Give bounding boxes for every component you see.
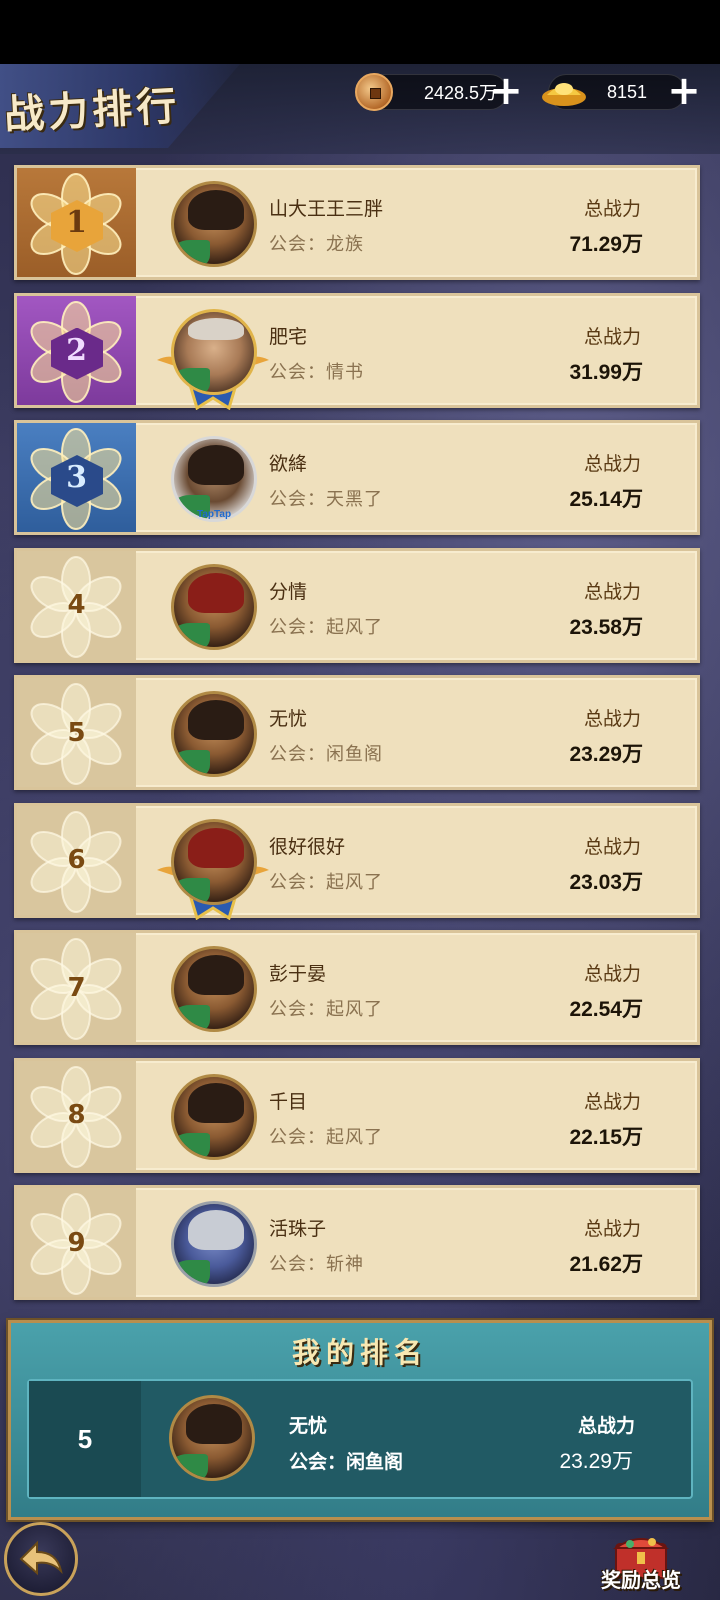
rank-number: 7: [67, 972, 86, 1003]
gold-currency: 8151 +: [542, 71, 701, 111]
rank-row[interactable]: 8 千目公会：起风了 总战力 22.15万: [14, 1057, 700, 1173]
my-rank-panel: 我的排名 5 无忧 公会：闲鱼阁 总战力 23.29万: [8, 1320, 712, 1520]
rank-row[interactable]: 4 分情公会：起风了 总战力 23.58万: [14, 547, 700, 663]
rank-cell: 7: [17, 933, 136, 1042]
power-label: 总战力: [583, 835, 641, 858]
rank-cell: 4: [17, 550, 136, 660]
rank-number: 9: [67, 1227, 86, 1258]
power-label: 总战力: [583, 1218, 641, 1240]
rank-number: 5: [67, 717, 86, 748]
player-name: 千目: [269, 1090, 308, 1113]
power-value: 23.03万: [569, 870, 643, 894]
player-avatar[interactable]: [171, 818, 257, 905]
reward-overview-button[interactable]: 奖励总览: [598, 1530, 684, 1600]
power-value: 22.15万: [569, 1125, 643, 1149]
power-label: 总战力: [583, 963, 641, 985]
player-guild: 公会：闲鱼阁: [269, 744, 383, 765]
my-rank-row[interactable]: 5 无忧 公会：闲鱼阁 总战力 23.29万: [27, 1379, 693, 1499]
rank-row[interactable]: 3 TapTap 欲絳公会：天黑了 总战力 25.14万: [14, 420, 700, 535]
my-rank-title: 我的排名: [291, 1336, 428, 1369]
status-bar: [0, 0, 720, 64]
my-player-guild: 公会：闲鱼阁: [289, 1451, 404, 1473]
copper-currency: 2428.5万 +: [355, 71, 523, 111]
rank-number: 4: [67, 590, 86, 620]
player-avatar[interactable]: [171, 563, 257, 650]
rank-cell: 5: [17, 678, 136, 787]
player-guild: 公会：起风了: [269, 616, 383, 638]
player-name: 山大王王三胖: [269, 198, 384, 220]
player-name: 分情: [269, 580, 308, 603]
rank-number: 6: [67, 845, 86, 875]
power-value: 23.29万: [569, 743, 643, 766]
rank-number: 8: [67, 1100, 86, 1130]
rank-row[interactable]: 9 活珠子公会：斩神 总战力 21.62万: [14, 1185, 700, 1300]
power-label: 总战力: [583, 198, 641, 220]
my-avatar[interactable]: [169, 1395, 255, 1481]
rank-number: 1: [66, 205, 87, 240]
reward-overview-label: 奖励总览: [601, 1568, 681, 1592]
player-guild: 公会：天黑了: [269, 489, 383, 510]
copper-coin-icon: [355, 73, 393, 111]
player-guild: 公会：起风了: [269, 1126, 383, 1148]
player-avatar[interactable]: [171, 1073, 257, 1160]
power-value: 25.14万: [569, 488, 643, 511]
rank-cell: 8: [17, 1060, 136, 1170]
rank-row[interactable]: 7 彭于晏公会：起风了 总战力 22.54万: [14, 930, 700, 1045]
power-label: 总战力: [583, 453, 641, 475]
player-guild: 公会：情书: [269, 361, 364, 383]
my-rank-cell: 5: [29, 1381, 141, 1497]
player-guild: 公会：龙族: [269, 234, 364, 255]
player-guild: 公会：起风了: [269, 871, 383, 893]
power-label: 总战力: [583, 325, 641, 348]
my-player-name: 无忧: [289, 1415, 328, 1437]
power-label: 总战力: [583, 1090, 641, 1113]
back-button[interactable]: [4, 1522, 78, 1596]
power-value: 31.99万: [569, 360, 643, 384]
my-power-value: 23.29万: [559, 1450, 633, 1473]
taptap-label: TapTap: [197, 509, 232, 520]
power-value: 21.62万: [569, 1253, 643, 1276]
page-title: 战力排行: [3, 82, 182, 139]
rank-number: 3: [66, 460, 87, 495]
rank-row[interactable]: 2 肥宅公会：情书 总战力 31.99万: [14, 292, 700, 410]
add-gold-button[interactable]: +: [665, 71, 703, 111]
player-avatar[interactable]: [171, 946, 257, 1032]
player-avatar[interactable]: [171, 181, 257, 267]
power-value: 71.29万: [569, 233, 643, 256]
rank-cell: 1: [17, 168, 136, 277]
player-name: 彭于晏: [269, 963, 327, 985]
power-label: 总战力: [583, 708, 641, 730]
rank-cell: 6: [17, 805, 136, 915]
player-guild: 公会：斩神: [269, 1254, 364, 1275]
rank-row[interactable]: 1 山大王王三胖 公会：龙族 总战力 71.29万: [14, 165, 700, 280]
rank-row[interactable]: 5 无忧公会：闲鱼阁 总战力 23.29万: [14, 675, 700, 790]
player-name: 很好很好: [269, 835, 346, 858]
gold-ingot-icon: [542, 83, 586, 106]
rank-row[interactable]: 6 很好很好公会：起风了 总战力 23.03万: [14, 802, 700, 920]
player-name: 无忧: [269, 708, 308, 730]
my-power-label: 总战力: [577, 1415, 635, 1437]
add-copper-button[interactable]: +: [487, 71, 525, 111]
player-avatar[interactable]: [171, 1201, 257, 1287]
player-guild: 公会：起风了: [269, 999, 383, 1020]
player-name: 欲絳: [269, 453, 308, 475]
rank-number: 2: [66, 332, 87, 368]
power-value: 23.58万: [569, 615, 643, 639]
rank-cell: 2: [17, 295, 136, 405]
power-label: 总战力: [583, 580, 641, 603]
player-avatar[interactable]: [171, 691, 257, 777]
player-avatar[interactable]: [171, 308, 257, 395]
rank-cell: 9: [17, 1188, 136, 1297]
back-arrow-icon: [19, 1540, 63, 1576]
my-rank-number: 5: [77, 1423, 93, 1454]
rank-cell: 3: [17, 423, 136, 532]
power-value: 22.54万: [569, 998, 643, 1021]
player-name: 肥宅: [269, 325, 308, 348]
player-name: 活珠子: [269, 1218, 327, 1240]
